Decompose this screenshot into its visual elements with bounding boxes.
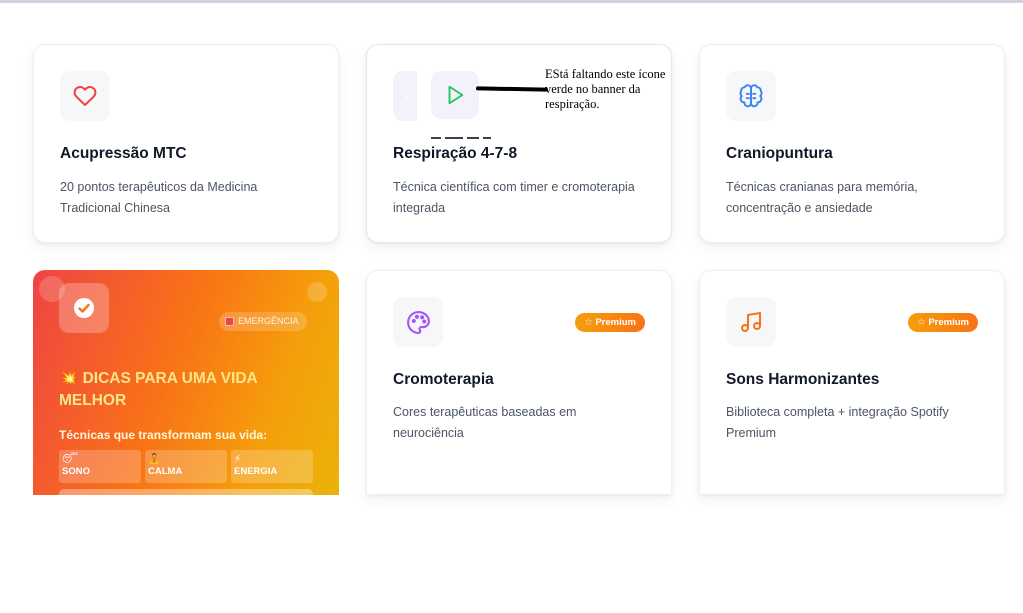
dicas-bottom-bar [59,489,313,495]
dicas-title: 💥 DICAS PARA UMA VIDA MELHOR [59,370,258,409]
emergency-square-icon [225,317,234,326]
card-description: Técnicas cranianas para memória, concent… [726,180,918,215]
card-description: Cores terapêuticas baseadas em neurociên… [393,405,577,440]
emergency-badge-label: EMERGÊNCIA [238,316,299,326]
chip-label: SONO [62,466,90,477]
brain-icon [739,84,763,108]
chip-label: ENERGIA [234,466,278,477]
card-description: Biblioteca completa + integração Spotify… [726,405,949,440]
ghost-text-artifact [431,137,531,141]
card-title: Respiração 4-7-8 [393,145,518,162]
dicas-chips: 😴 SONO 🧘 CALMA ⚡ ENERGIA [59,450,313,483]
music-icon-box [726,297,776,347]
card-description: 20 pontos terapêuticos da Medicina Tradi… [60,180,258,215]
card-title: Acupressão MTC [60,145,187,162]
card-title: Cromoterapia [393,371,494,388]
lightning-emoji-icon: ⚡ [234,454,242,465]
heart-icon-box [60,71,110,121]
top-border [0,0,1023,3]
chip-label: CALMA [148,466,183,477]
card-title: Sons Harmonizantes [726,371,880,388]
card-description: Técnica científica com timer e cromotera… [393,180,635,215]
chip-energia[interactable]: ⚡ ENERGIA [231,450,313,483]
check-circle-icon [74,298,94,318]
brain-icon-box [726,71,776,121]
card-acupressao[interactable]: Acupressão MTC 20 pontos terapêuticos da… [33,44,339,243]
emergency-badge: EMERGÊNCIA [219,312,307,331]
card-title: Craniopuntura [726,145,833,162]
play-icon [448,85,464,105]
check-icon-box [59,283,109,333]
card-sons-harmonizantes[interactable]: ☆ Premium Sons Harmonizantes Biblioteca … [699,270,1005,495]
meditation-emoji-icon: 🧘 [148,454,161,465]
dicas-subtitle: Técnicas que transformam sua vida: [59,428,268,442]
card-cromoterapia[interactable]: ☆ Premium Cromoterapia Cores terapêutica… [366,270,672,495]
ghost-chevron-icon: ‹ [405,89,409,103]
play-icon-box [431,71,479,119]
palette-icon [406,310,430,334]
card-dicas-emergencia[interactable]: EMERGÊNCIA 💥 DICAS PARA UMA VIDA MELHOR … [33,270,339,495]
annotation-note: EStá faltando este ícone verde no banner… [545,67,666,111]
premium-badge: ☆ Premium [908,313,978,332]
decor-bubble [307,282,327,302]
heart-icon [73,86,97,106]
chip-calma[interactable]: 🧘 CALMA [145,450,227,483]
sleep-emoji-icon: 😴 [62,454,79,465]
chip-sono[interactable]: 😴 SONO [59,450,141,483]
premium-badge: ☆ Premium [575,313,645,332]
music-icon [741,312,761,332]
card-craniopuntura[interactable]: Craniopuntura Técnicas cranianas para me… [699,44,1005,243]
palette-icon-box [393,297,443,347]
